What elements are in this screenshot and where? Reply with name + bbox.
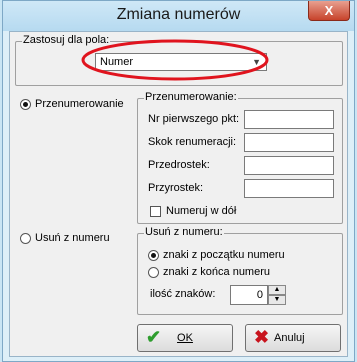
- radio-remove-indicator: [20, 232, 31, 244]
- ok-button-label: OK: [177, 332, 193, 344]
- radio-end-chars-label: znaki z końca numeru: [163, 266, 270, 278]
- renumber-group-legend: Przenumerowanie:: [144, 91, 238, 103]
- char-count-label: ilość znaków:: [150, 288, 216, 300]
- char-count-value[interactable]: 0: [230, 285, 268, 305]
- remove-group-legend: Usuń z numeru:: [144, 226, 224, 238]
- spin-up-icon[interactable]: ▲: [268, 285, 286, 295]
- chevron-down-icon: ▼: [252, 57, 261, 67]
- field-group-legend: Zastosuj dla pola:: [22, 34, 111, 46]
- radio-renumber-indicator: [20, 98, 31, 110]
- number-down-checkbox-box: [150, 205, 161, 217]
- step-label: Skok renumeracji:: [148, 136, 237, 148]
- field-group: Zastosuj dla pola: Numer ▼: [15, 34, 343, 86]
- first-point-input[interactable]: [244, 110, 334, 129]
- cancel-x-icon: ✖: [254, 327, 270, 347]
- radio-remove-label: Usuń z numeru: [35, 232, 110, 244]
- ok-button[interactable]: ✔ OK: [137, 324, 233, 352]
- first-point-label: Nr pierwszego pkt:: [148, 113, 240, 125]
- radio-end-chars-indicator: [148, 266, 159, 278]
- radio-start-chars[interactable]: znaki z początku numeru: [148, 249, 285, 261]
- dialog-body: Zastosuj dla pola: Numer ▼ Przenumerowan…: [9, 31, 348, 357]
- cancel-button[interactable]: ✖ Anuluj: [245, 324, 341, 352]
- number-down-checkbox[interactable]: Numeruj w dół: [150, 205, 236, 217]
- dialog-window: Zmiana numerów X Zastosuj dla pola: Nume…: [2, 0, 355, 362]
- step-input[interactable]: [244, 133, 334, 152]
- radio-start-chars-label: znaki z początku numeru: [163, 249, 285, 261]
- radio-start-chars-indicator: [148, 249, 159, 261]
- remove-group: Usuń z numeru: znaki z początku numeru z…: [137, 226, 343, 315]
- close-button[interactable]: X: [308, 1, 350, 21]
- prefix-label: Przedrostek:: [148, 159, 210, 171]
- spin-down-icon[interactable]: ▼: [268, 295, 286, 305]
- radio-end-chars[interactable]: znaki z końca numeru: [148, 266, 270, 278]
- window-title: Zmiana numerów: [116, 6, 241, 23]
- title-bar[interactable]: Zmiana numerów X: [3, 1, 354, 31]
- field-select-value: Numer: [100, 56, 134, 68]
- radio-renumber-label: Przenumerowanie: [35, 98, 124, 110]
- cancel-button-label: Anuluj: [274, 332, 305, 344]
- radio-renumber[interactable]: Przenumerowanie: [20, 98, 124, 110]
- renumber-group: Przenumerowanie: Nr pierwszego pkt: Skok…: [137, 91, 343, 224]
- suffix-input[interactable]: [244, 179, 334, 198]
- field-select[interactable]: Numer ▼: [95, 53, 267, 71]
- suffix-label: Przyrostek:: [148, 182, 204, 194]
- radio-remove[interactable]: Usuń z numeru: [20, 232, 110, 244]
- prefix-input[interactable]: [244, 156, 334, 175]
- number-down-label: Numeruj w dół: [166, 205, 237, 217]
